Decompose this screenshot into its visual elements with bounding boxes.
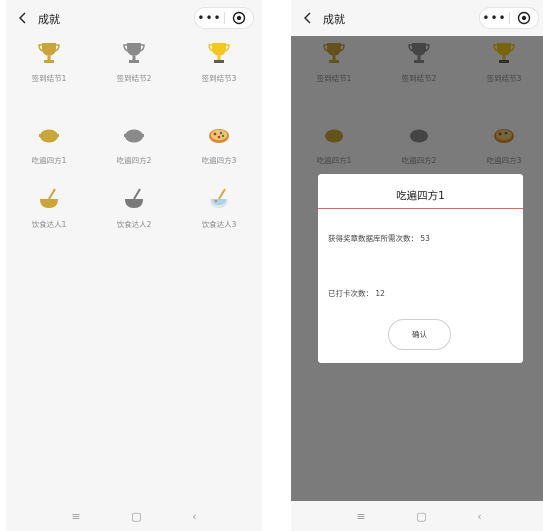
page-title: 成就: [38, 13, 60, 26]
badge-label: 签到结节1: [31, 74, 67, 83]
home-square-icon[interactable]: ▢: [131, 510, 141, 523]
required-count-value: 53: [420, 234, 430, 243]
required-count-label: 获得奖章数据库所需次数：: [328, 234, 418, 243]
mini-program-capsule: •••: [479, 7, 539, 29]
dialog-description: 获得奖章数据库所需次数： 53: [328, 233, 430, 244]
badge-item[interactable]: 吃遍四方3: [176, 122, 262, 186]
mini-program-capsule: •••: [194, 7, 254, 29]
back-icon[interactable]: ‹: [477, 510, 481, 523]
chevron-left-icon[interactable]: [301, 11, 315, 25]
badge-item[interactable]: 吃遍四方2: [91, 122, 177, 186]
pizza-icon: [209, 129, 229, 143]
dialog-divider: [318, 208, 523, 209]
nav-bar: 成就 •••: [6, 0, 262, 36]
checkin-count-value: 12: [375, 289, 385, 298]
badge-label: 饮食达人1: [31, 220, 67, 229]
achievements-screen: 成就 ••• 签到结节1 签到结节2 签到结节3 吃遍四方1 吃遍四方2 吃遍四…: [6, 0, 262, 531]
badge-label: 吃遍四方2: [116, 156, 152, 165]
menu-icon[interactable]: ≡: [356, 510, 365, 523]
back-icon[interactable]: ‹: [192, 510, 196, 523]
pan-icon: [210, 188, 228, 208]
more-menu-icon[interactable]: •••: [480, 8, 509, 28]
pan-icon: [125, 188, 143, 208]
badge-label: 饮食达人2: [116, 220, 152, 229]
badge-item[interactable]: 签到结节2: [91, 40, 177, 104]
checkin-count-label: 已打卡次数：: [328, 289, 373, 298]
badge-item[interactable]: 饮食达人3: [176, 186, 262, 250]
chevron-left-icon[interactable]: [16, 11, 30, 25]
badge-item[interactable]: 吃遍四方1: [6, 122, 92, 186]
trophy-icon: [208, 43, 230, 63]
confirm-button[interactable]: 确认: [388, 319, 451, 350]
target-icon[interactable]: [225, 11, 253, 25]
target-icon[interactable]: [510, 11, 538, 25]
system-nav-bar: ≡ ▢ ‹: [291, 501, 543, 531]
home-square-icon[interactable]: ▢: [416, 510, 426, 523]
badge-item[interactable]: 饮食达人2: [91, 186, 177, 250]
badge-label: 签到结节3: [201, 74, 237, 83]
bowl-icon: [39, 129, 59, 143]
trophy-icon: [123, 43, 145, 63]
badge-label: 签到结节2: [116, 74, 152, 83]
dialog-checkin-count: 已打卡次数： 12: [328, 288, 385, 299]
bowl-icon: [124, 129, 144, 143]
dialog-title: 吃遍四方1: [396, 190, 445, 202]
badge-item[interactable]: 饮食达人1: [6, 186, 92, 250]
nav-bar: 成就 •••: [291, 0, 543, 36]
achievement-dialog: 吃遍四方1 获得奖章数据库所需次数： 53 已打卡次数： 12 确认: [318, 174, 523, 363]
badge-label: 饮食达人3: [201, 220, 237, 229]
badge-item[interactable]: 签到结节3: [176, 40, 262, 104]
achievements-screen-modal: 成就 ••• 签到结节1 签到结节2 签到结节3: [291, 0, 543, 531]
badge-label: 吃遍四方1: [31, 156, 67, 165]
trophy-icon: [38, 43, 60, 63]
menu-icon[interactable]: ≡: [71, 510, 80, 523]
pan-icon: [40, 188, 58, 208]
badge-label: 吃遍四方3: [201, 156, 237, 165]
app-root: 成就 ••• 签到结节1 签到结节2 签到结节3 吃遍四方1 吃遍四方2 吃遍四…: [0, 0, 543, 531]
page-title: 成就: [323, 13, 345, 26]
badge-item[interactable]: 签到结节1: [6, 40, 92, 104]
system-nav-bar: ≡ ▢ ‹: [6, 501, 262, 531]
more-menu-icon[interactable]: •••: [195, 8, 224, 28]
